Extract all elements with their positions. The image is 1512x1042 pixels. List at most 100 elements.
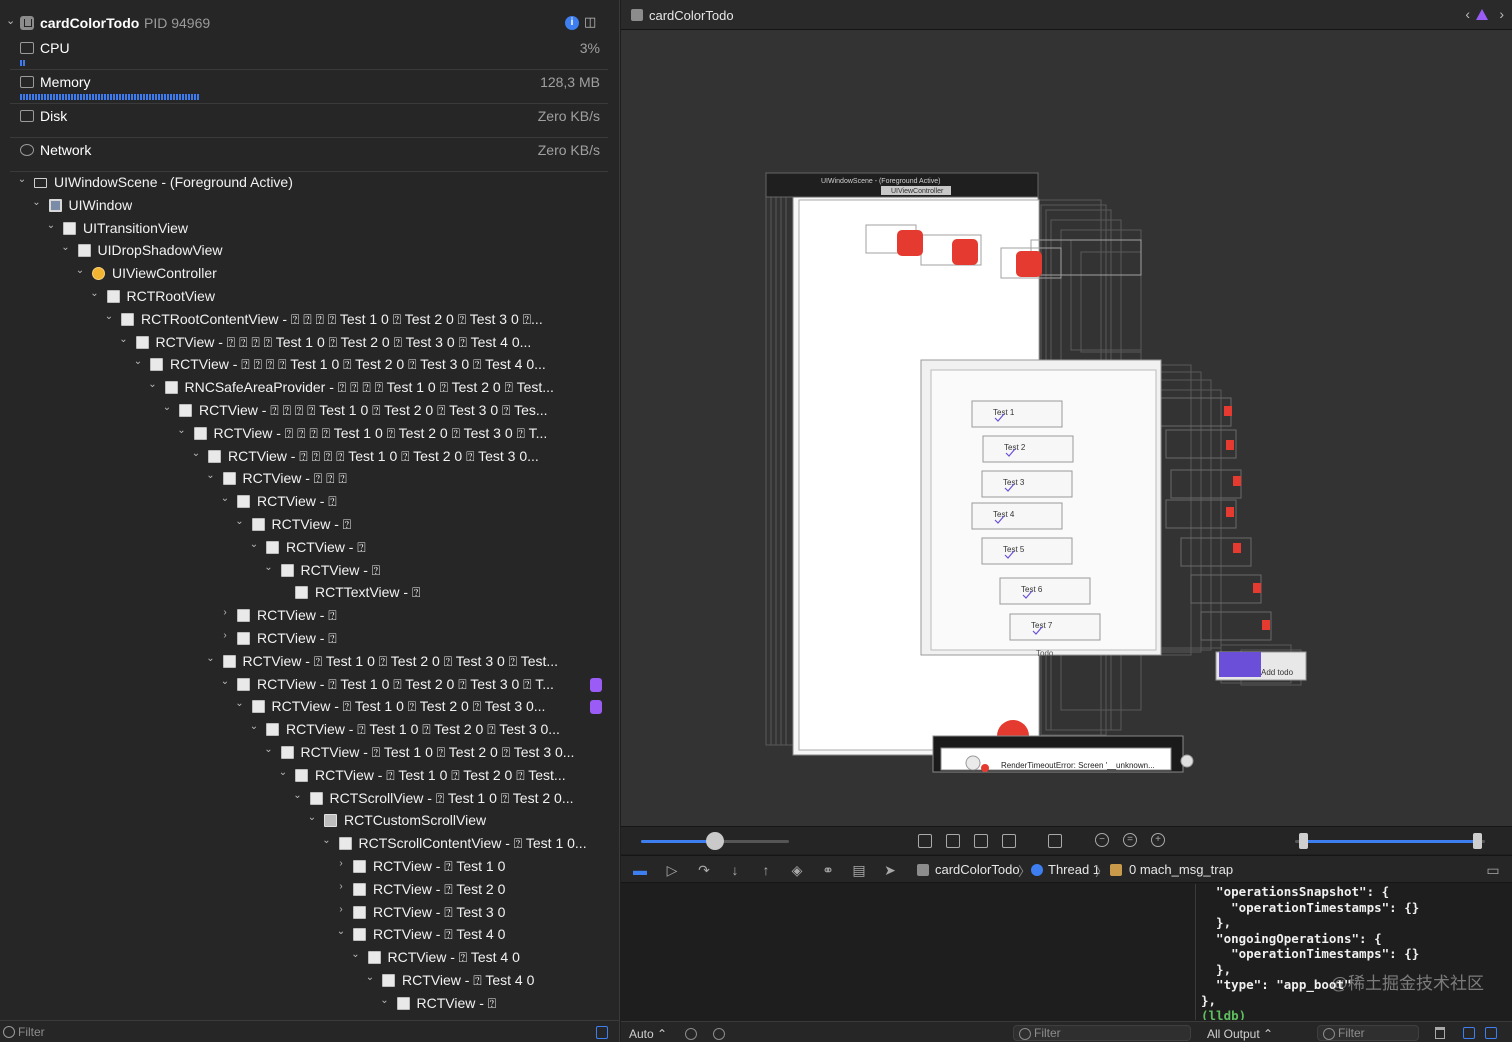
- chevron-down-icon[interactable]: ⌄: [161, 402, 173, 413]
- grid-icon[interactable]: [1048, 834, 1062, 848]
- breakpoints-toggle-icon[interactable]: ▬: [631, 862, 649, 878]
- step-out-icon[interactable]: ↑: [757, 862, 775, 878]
- chevron-down-icon[interactable]: ⌄: [6, 14, 15, 27]
- variables-scope-select[interactable]: Auto ⌃: [629, 1027, 667, 1041]
- chevron-down-icon[interactable]: ⌄: [45, 220, 57, 231]
- tree-row[interactable]: ⌄ UIDropShadowView: [0, 240, 619, 262]
- tree-row[interactable]: ⌄ RCTView - ⍰: [0, 514, 619, 536]
- spacing-slider[interactable]: [641, 832, 789, 850]
- filter-options-icon[interactable]: [596, 1026, 608, 1039]
- tree-row[interactable]: ⌄ RCTView - ⍰ Test 1 0 ⍰ Test 2 0 ⍰ Test …: [0, 696, 619, 718]
- tree-row[interactable]: › RCTView - ⍰: [0, 628, 619, 650]
- tree-row[interactable]: ⌄ RCTView - ⍰: [0, 560, 619, 582]
- tree-row[interactable]: ⌄ RCTView - ⍰ ⍰ ⍰ ⍰ Test 1 0 ⍰ Test 2 0 ⍰…: [0, 354, 619, 376]
- runtime-issue-icon[interactable]: [590, 677, 602, 692]
- chevron-down-icon[interactable]: ⌄: [89, 288, 101, 299]
- gauge-disk[interactable]: Disk Zero KB/s: [10, 104, 608, 138]
- spacing-slider-knob[interactable]: [706, 832, 724, 850]
- chevron-right-icon[interactable]: ›: [1499, 6, 1504, 22]
- gauge-network[interactable]: Network Zero KB/s: [10, 138, 608, 172]
- chevron-down-icon[interactable]: ⌄: [277, 767, 289, 778]
- chevron-right-icon[interactable]: ›: [335, 881, 347, 892]
- chevron-down-icon[interactable]: ⌄: [248, 721, 260, 732]
- tree-row[interactable]: ⌄ RCTView - ⍰ Test 4 0: [0, 924, 619, 946]
- cube-icon[interactable]: ◫: [584, 15, 598, 29]
- crumb-frame[interactable]: 0 mach_msg_trap: [1129, 862, 1233, 877]
- tree-row[interactable]: ⌄ RCTView - ⍰ Test 4 0: [0, 970, 619, 992]
- chevron-down-icon[interactable]: ⌄: [74, 265, 86, 276]
- chevron-down-icon[interactable]: ⌄: [190, 448, 202, 459]
- tree-row[interactable]: ⌄ RCTView - ⍰ Test 4 0: [0, 947, 619, 969]
- environment-icon[interactable]: ▤: [850, 862, 868, 879]
- crumb-app[interactable]: cardColorTodo: [935, 862, 1020, 877]
- chevron-down-icon[interactable]: ⌄: [103, 311, 115, 322]
- chevron-down-icon[interactable]: ⌄: [234, 698, 246, 709]
- chevron-down-icon[interactable]: ⌄: [234, 516, 246, 527]
- tree-row[interactable]: › RCTView - ⍰: [0, 605, 619, 627]
- tree-row[interactable]: ⌄ RCTRootContentView - ⍰ ⍰ ⍰ ⍰ Test 1 0 ⍰…: [0, 309, 619, 331]
- tree-row[interactable]: ⌄ RCTScrollContentView - ⍰ Test 1 0...: [0, 833, 619, 855]
- variables-filter-input[interactable]: [1013, 1025, 1191, 1041]
- chevron-down-icon[interactable]: ⌄: [321, 835, 333, 846]
- tree-row[interactable]: ⌄ RCTView - ⍰ Test 1 0 ⍰ Test 2 0 ⍰ Test.…: [0, 765, 619, 787]
- tree-row[interactable]: › RCTView - ⍰ Test 1 0: [0, 856, 619, 878]
- tree-row[interactable]: ⌄ UIWindowScene - (Foreground Active): [0, 172, 619, 194]
- frames-icon[interactable]: [946, 834, 960, 848]
- chevron-right-icon[interactable]: ›: [335, 858, 347, 869]
- chevron-down-icon[interactable]: ⌄: [248, 539, 260, 550]
- chevron-down-icon[interactable]: ⌄: [263, 744, 275, 755]
- chevron-down-icon[interactable]: ⌄: [219, 493, 231, 504]
- chevron-down-icon[interactable]: ⌄: [176, 425, 188, 436]
- console-output[interactable]: "operationsSnapshot": { "operationTimest…: [1197, 884, 1512, 1020]
- left-panel-icon[interactable]: [1463, 1027, 1475, 1039]
- chevron-left-icon[interactable]: ‹: [1465, 6, 1470, 22]
- layout-icon[interactable]: [918, 834, 932, 848]
- tree-row[interactable]: ⌄ RCTView - ⍰ Test 1 0 ⍰ Test 2 0 ⍰ Test …: [0, 719, 619, 741]
- chevron-down-icon[interactable]: ⌄: [292, 790, 304, 801]
- eye-icon[interactable]: [685, 1028, 697, 1040]
- tree-row[interactable]: ⌄ RCTView - ⍰ ⍰ ⍰ ⍰ Test 1 0 ⍰ Test 2 0 ⍰…: [0, 423, 619, 445]
- tree-row[interactable]: ⌄ RCTView - ⍰ ⍰ ⍰ ⍰ Test 1 0 ⍰ Test 2 0 ⍰…: [0, 400, 619, 422]
- chevron-down-icon[interactable]: ⌄: [118, 334, 130, 345]
- tree-row[interactable]: ⌄ RCTView - ⍰ Test 1 0 ⍰ Test 2 0 ⍰ Test …: [0, 651, 619, 673]
- range-end-handle[interactable]: [1473, 833, 1483, 849]
- lldb-prompt[interactable]: (lldb): [1201, 1008, 1512, 1020]
- canvas-title[interactable]: cardColorTodo: [649, 8, 734, 23]
- gauge-cpu[interactable]: CPU 3%: [10, 36, 608, 70]
- info-icon[interactable]: i: [565, 16, 579, 30]
- chevron-down-icon[interactable]: ⌄: [60, 242, 72, 253]
- chevron-down-icon[interactable]: ⌄: [205, 653, 217, 664]
- tree-row[interactable]: › RCTView - ⍰ Test 2 0: [0, 879, 619, 901]
- tree-row[interactable]: ⌄ RCTView - ⍰: [0, 537, 619, 559]
- variables-view[interactable]: [621, 884, 1196, 1020]
- tree-row[interactable]: ⌄ RCTCustomScrollView: [0, 810, 619, 832]
- tree-row[interactable]: › RCTView - ⍰ Test 3 0: [0, 902, 619, 924]
- warning-icon[interactable]: [1476, 9, 1488, 20]
- tree-row[interactable]: ⌄ UIWindow: [0, 195, 619, 217]
- step-into-icon[interactable]: ↓: [726, 862, 744, 878]
- chevron-right-icon[interactable]: ›: [219, 607, 231, 618]
- runtime-issue-icon[interactable]: [590, 700, 602, 715]
- chevron-down-icon[interactable]: ⌄: [132, 356, 144, 367]
- range-slider[interactable]: [1295, 833, 1485, 849]
- tree-row[interactable]: ⌄ RCTView - ⍰ ⍰ ⍰ ⍰ Test 1 0 ⍰ Test 2 0 ⍰…: [0, 446, 619, 468]
- zoom-out-icon[interactable]: −: [1095, 833, 1109, 847]
- trash-icon[interactable]: [1435, 1027, 1445, 1039]
- right-panel-icon[interactable]: [1485, 1027, 1497, 1039]
- zoom-reset-icon[interactable]: =: [1123, 833, 1137, 847]
- info-icon[interactable]: [713, 1028, 725, 1040]
- chevron-down-icon[interactable]: ⌄: [350, 949, 362, 960]
- tree-row[interactable]: ⌄ UITransitionView: [0, 218, 619, 240]
- chevron-down-icon[interactable]: ⌄: [364, 972, 376, 983]
- zoom-in-icon[interactable]: +: [1151, 833, 1165, 847]
- chevron-down-icon[interactable]: ⌄: [16, 174, 28, 185]
- chevron-down-icon[interactable]: ⌄: [335, 926, 347, 937]
- memory-graph-icon[interactable]: ⚭: [819, 862, 837, 879]
- chevron-down-icon[interactable]: ⌄: [379, 995, 391, 1006]
- tree-row[interactable]: ⌄ RCTView - ⍰: [0, 491, 619, 513]
- tree-row[interactable]: ⌄ UIViewController: [0, 263, 619, 285]
- chevron-down-icon[interactable]: ⌄: [306, 812, 318, 823]
- view-hierarchy-icon[interactable]: ◈: [788, 862, 806, 879]
- output-scope-select[interactable]: All Output ⌃: [1207, 1027, 1273, 1041]
- chevron-down-icon[interactable]: ⌄: [219, 676, 231, 687]
